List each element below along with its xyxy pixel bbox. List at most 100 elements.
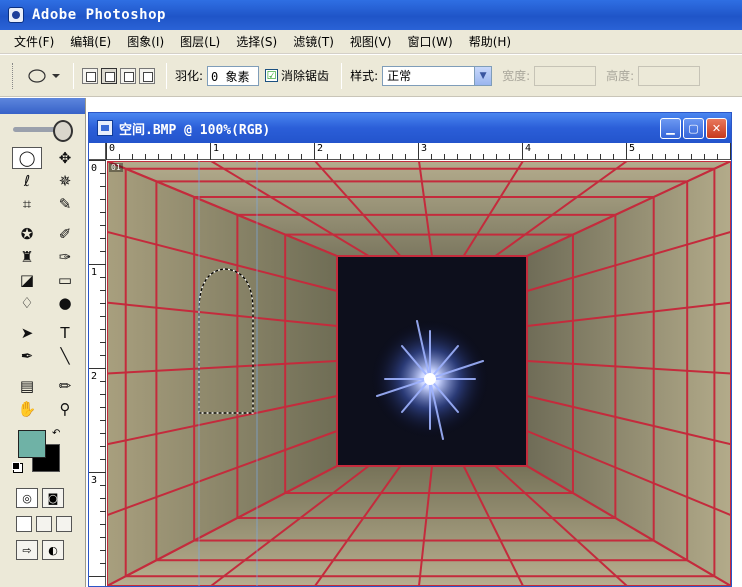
brush-tool-icon[interactable]: ✐ <box>50 223 80 245</box>
path-selection-tool-icon[interactable]: ➤ <box>12 322 42 344</box>
magic-wand-tool-icon[interactable]: ✵ <box>50 170 80 192</box>
slice-tool-icon[interactable]: ✎ <box>50 193 80 215</box>
document-window: 空间.BMP @ 100%(RGB) ▁ ▢ ✕ 0 1 2 3 4 5 0 1… <box>88 112 732 587</box>
toolbox-banner[interactable] <box>0 114 85 144</box>
feather-input[interactable]: 0 象素 <box>207 65 260 86</box>
ruler-label: 1 <box>91 267 98 278</box>
healing-brush-tool-icon[interactable]: ✪ <box>12 223 42 245</box>
ruler-label: 2 <box>317 143 324 154</box>
ruler-label: 5 <box>629 143 636 154</box>
zoom-tool-icon[interactable]: ⚲ <box>50 398 80 420</box>
tool-preset-picker[interactable] <box>23 64 65 88</box>
gradient-tool-icon[interactable]: ▭ <box>50 269 80 291</box>
ruler-label: 3 <box>421 143 428 154</box>
antialias-label: 消除锯齿 <box>281 69 330 83</box>
tool-grid: ◯ ✥ ℓ ✵ ⌗ ✎ ✪ ✐ ♜ ✑ ◪ ▭ ♢ ● ➤ T ✒ ╲ ▤ ✏ … <box>0 144 85 420</box>
history-brush-tool-icon[interactable]: ✑ <box>50 246 80 268</box>
antialias-checkbox[interactable]: ☑ <box>265 69 279 82</box>
jump-to-imageready-icon[interactable]: ⇨ <box>16 540 38 560</box>
chevron-down-icon[interactable]: ▼ <box>474 66 492 85</box>
close-icon[interactable]: ✕ <box>706 118 727 139</box>
clone-stamp-tool-icon[interactable]: ♜ <box>12 246 42 268</box>
ruler-label: 4 <box>525 143 532 154</box>
toolbox-header[interactable] <box>0 98 85 114</box>
standard-mode-icon[interactable]: ◎ <box>16 488 38 508</box>
width-label: 宽度: <box>502 69 531 83</box>
horizontal-ruler[interactable]: 0 1 2 3 4 5 <box>106 143 731 160</box>
minimize-icon[interactable]: ▁ <box>660 118 681 139</box>
ruler-ticks-horizontal <box>106 143 731 160</box>
menu-filter[interactable]: 滤镜(T) <box>285 33 342 50</box>
grid-room-image <box>107 161 731 586</box>
photoshop-logo-icon <box>8 7 24 23</box>
hand-tool-icon[interactable]: ✋ <box>12 398 42 420</box>
quick-mask-mode-icon[interactable]: ◙ <box>42 488 64 508</box>
ruler-label: 0 <box>91 163 98 174</box>
app-title-bar: Adobe Photoshop <box>0 0 742 30</box>
dodge-tool-icon[interactable]: ● <box>50 292 80 314</box>
document-icon <box>97 120 113 136</box>
mask-mode-buttons: ◎ ◙ <box>0 488 85 508</box>
style-select[interactable]: 正常 ▼ <box>382 65 493 86</box>
move-tool-icon[interactable]: ✥ <box>50 147 80 169</box>
swap-colors-icon[interactable]: ↶ <box>52 428 60 439</box>
blur-tool-icon[interactable]: ♢ <box>12 292 42 314</box>
new-selection-icon[interactable] <box>82 67 98 84</box>
menu-bar: 文件(F) 编辑(E) 图象(I) 图层(L) 选择(S) 滤镜(T) 视图(V… <box>0 30 742 54</box>
ruler-label: 1 <box>213 143 220 154</box>
subtract-from-selection-icon[interactable] <box>120 67 136 84</box>
menu-help[interactable]: 帮助(H) <box>461 33 519 50</box>
ruler-label: 3 <box>91 475 98 486</box>
add-to-selection-icon[interactable] <box>101 67 117 84</box>
intersect-selection-icon[interactable] <box>139 67 155 84</box>
color-swatches: ↶ <box>0 424 85 480</box>
notes-tool-icon[interactable]: ▤ <box>12 375 42 397</box>
document-badge: 01 <box>109 163 123 172</box>
vertical-ruler[interactable]: 0 1 2 3 <box>89 160 106 586</box>
height-label: 高度: <box>606 69 635 83</box>
elliptical-marquee-icon <box>28 68 60 83</box>
ruler-label: 2 <box>91 371 98 382</box>
default-colors-icon[interactable] <box>12 462 20 470</box>
eraser-tool-icon[interactable]: ◪ <box>12 269 42 291</box>
style-select-value: 正常 <box>387 69 412 83</box>
tool-group-gap <box>12 216 84 222</box>
feather-label: 羽化: <box>175 69 204 83</box>
lasso-tool-icon[interactable]: ℓ <box>12 170 42 192</box>
menu-image[interactable]: 图象(I) <box>119 33 172 50</box>
ruler-origin[interactable] <box>89 143 106 160</box>
window-buttons: ▁ ▢ ✕ <box>660 118 727 139</box>
ruler-label: 0 <box>109 143 116 154</box>
separator <box>73 62 74 89</box>
menu-window[interactable]: 窗口(W) <box>399 33 460 50</box>
options-bar-grip[interactable] <box>12 62 15 89</box>
photoshop-feather-icon <box>12 118 73 142</box>
style-label: 样式: <box>350 69 379 83</box>
pen-tool-icon[interactable]: ✒ <box>12 345 42 367</box>
full-screen-menu-mode-icon[interactable] <box>36 516 52 532</box>
options-bar: 羽化: 0 象素 ☑ 消除锯齿 样式: 正常 ▼ 宽度: 高度: <box>0 55 742 97</box>
menu-select[interactable]: 选择(S) <box>228 33 285 50</box>
menu-file[interactable]: 文件(F) <box>6 33 62 50</box>
width-input <box>534 65 597 86</box>
full-screen-mode-icon[interactable] <box>56 516 72 532</box>
eyedropper-tool-icon[interactable]: ✏ <box>50 375 80 397</box>
image-canvas[interactable]: 01 <box>107 161 731 586</box>
standard-screen-mode-icon[interactable] <box>16 516 32 532</box>
screen-mode-buttons <box>0 516 85 532</box>
imageready-icon[interactable]: ◐ <box>42 540 64 560</box>
crop-tool-icon[interactable]: ⌗ <box>12 193 42 215</box>
menu-edit[interactable]: 编辑(E) <box>62 33 119 50</box>
tool-group-gap <box>12 368 84 374</box>
maximize-icon[interactable]: ▢ <box>683 118 704 139</box>
document-title-bar[interactable]: 空间.BMP @ 100%(RGB) ▁ ▢ ✕ <box>89 113 731 143</box>
menu-view[interactable]: 视图(V) <box>342 33 400 50</box>
app-title: Adobe Photoshop <box>32 7 166 23</box>
foreground-color-swatch[interactable] <box>18 430 46 458</box>
type-tool-icon[interactable]: T <box>50 322 80 344</box>
marquee-tool-icon[interactable]: ◯ <box>12 147 42 169</box>
separator <box>341 62 343 89</box>
height-input <box>638 65 701 86</box>
menu-layer[interactable]: 图层(L) <box>172 33 228 50</box>
line-tool-icon[interactable]: ╲ <box>50 345 80 367</box>
